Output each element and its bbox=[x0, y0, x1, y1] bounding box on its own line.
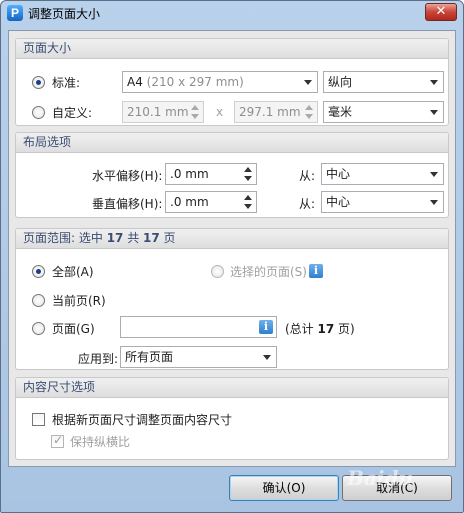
vertical-from-value: 中心 bbox=[326, 195, 351, 209]
page-size-header: 页面大小 bbox=[16, 39, 448, 59]
all-pages-label: 全部(A) bbox=[52, 265, 94, 279]
total-pages-note: (总计 17 页) bbox=[285, 320, 355, 337]
dialog-window: P 调整页面大小 ✕ 页面大小 标准: A4 (210 x 297 mm) 纵向 bbox=[0, 0, 464, 513]
app-logo-icon: P bbox=[7, 5, 23, 21]
vertical-offset-label: 垂直偏移(H): bbox=[92, 197, 163, 211]
vertical-from-select[interactable]: 中心 bbox=[321, 191, 444, 213]
close-button[interactable]: ✕ bbox=[425, 3, 457, 21]
resize-content-label: 根据新页面尺寸调整页面内容尺寸 bbox=[52, 413, 233, 427]
horizontal-from-label: 从: bbox=[299, 169, 316, 183]
chevron-down-icon bbox=[430, 80, 438, 85]
resize-content-checkbox[interactable] bbox=[32, 413, 45, 426]
total-pages-suffix: 页) bbox=[334, 322, 355, 336]
chevron-down-icon bbox=[430, 110, 438, 115]
page-range-group: 页面范围: 选中 17 共 17 页 全部(A) 选择的页面(S) i 当前页(… bbox=[15, 228, 449, 370]
chevron-down-icon bbox=[430, 200, 438, 205]
layout-options-header: 布局选项 bbox=[16, 133, 448, 153]
custom-width-value: 210.1 mm bbox=[127, 105, 189, 119]
page-range-header-prefix: 页面范围: 选中 bbox=[23, 231, 107, 245]
horizontal-from-value: 中心 bbox=[326, 167, 351, 181]
custom-height-value: 297.1 mm bbox=[239, 105, 301, 119]
custom-size-radio[interactable] bbox=[32, 106, 45, 119]
unit-select[interactable]: 毫米 bbox=[323, 101, 444, 123]
title-bar[interactable]: P 调整页面大小 ✕ bbox=[1, 1, 463, 27]
page-range-header: 页面范围: 选中 17 共 17 页 bbox=[16, 229, 448, 249]
paper-name: A4 bbox=[127, 75, 143, 89]
current-page-radio[interactable] bbox=[32, 294, 45, 307]
chevron-down-icon bbox=[430, 172, 438, 177]
all-pages-radio[interactable] bbox=[32, 265, 45, 278]
orientation-select[interactable]: 纵向 bbox=[323, 71, 444, 93]
page-range-radio[interactable] bbox=[32, 322, 45, 335]
unit-value: 毫米 bbox=[328, 105, 353, 119]
ok-button[interactable]: 确认(O) bbox=[229, 475, 339, 501]
times-sign: x bbox=[216, 105, 224, 119]
chevron-down-icon bbox=[263, 355, 271, 360]
page-range-header-suffix: 页 bbox=[159, 231, 176, 245]
horizontal-offset-input[interactable]: .0 mm bbox=[165, 163, 257, 185]
keep-aspect-ratio-checkbox[interactable] bbox=[51, 433, 64, 448]
dialog-client-area: 页面大小 标准: A4 (210 x 297 mm) 纵向 自定义: 210.1… bbox=[8, 30, 456, 467]
chevron-down-icon bbox=[304, 80, 312, 85]
page-range-input[interactable]: i bbox=[120, 316, 277, 338]
apply-to-value: 所有页面 bbox=[125, 350, 174, 364]
height-spinner-icon[interactable] bbox=[305, 104, 314, 120]
horizontal-offset-label: 水平偏移(H): bbox=[92, 169, 163, 183]
info-icon[interactable]: i bbox=[309, 264, 323, 278]
custom-width-input[interactable]: 210.1 mm bbox=[122, 101, 204, 123]
layout-options-group: 布局选项 水平偏移(H): .0 mm 从: 中心 垂直偏移(H): .0 mm… bbox=[15, 132, 449, 218]
vertical-from-label: 从: bbox=[299, 197, 316, 211]
selected-page-count: 17 bbox=[106, 231, 124, 245]
dialog-title: 调整页面大小 bbox=[28, 7, 101, 21]
custom-height-input[interactable]: 297.1 mm bbox=[234, 101, 318, 123]
keep-aspect-ratio-label: 保持纵横比 bbox=[70, 435, 131, 449]
info-icon[interactable]: i bbox=[259, 320, 273, 334]
cancel-button[interactable]: 取消(C) bbox=[342, 475, 452, 501]
selected-pages-label: 选择的页面(S) bbox=[230, 265, 307, 279]
orientation-value: 纵向 bbox=[328, 75, 353, 89]
vertical-offset-value: .0 mm bbox=[170, 195, 209, 209]
total-page-count: 17 bbox=[143, 231, 160, 245]
vertical-offset-input[interactable]: .0 mm bbox=[165, 191, 257, 213]
apply-to-select[interactable]: 所有页面 bbox=[120, 346, 277, 368]
standard-size-label: 标准: bbox=[52, 76, 81, 90]
selected-pages-radio[interactable] bbox=[211, 265, 224, 278]
apply-to-label: 应用到: bbox=[78, 352, 119, 366]
vertical-spinner-icon[interactable] bbox=[244, 194, 253, 210]
width-spinner-icon[interactable] bbox=[191, 104, 200, 120]
page-size-group: 页面大小 标准: A4 (210 x 297 mm) 纵向 自定义: 210.1… bbox=[15, 38, 449, 126]
standard-size-radio[interactable] bbox=[32, 76, 45, 89]
page-range-label: 页面(G) bbox=[52, 322, 95, 336]
current-page-label: 当前页(R) bbox=[52, 294, 106, 308]
page-range-header-mid: 共 bbox=[123, 231, 144, 245]
horizontal-from-select[interactable]: 中心 bbox=[321, 163, 444, 185]
total-pages-prefix: (总计 bbox=[285, 322, 318, 336]
horizontal-offset-value: .0 mm bbox=[170, 167, 209, 181]
paper-size-select[interactable]: A4 (210 x 297 mm) bbox=[122, 71, 318, 93]
horizontal-spinner-icon[interactable] bbox=[244, 166, 253, 182]
total-pages-number: 17 bbox=[317, 322, 335, 336]
custom-size-label: 自定义: bbox=[52, 106, 93, 120]
content-size-header: 内容尺寸选项 bbox=[16, 378, 448, 398]
paper-dimensions: (210 x 297 mm) bbox=[146, 75, 244, 89]
content-size-group: 内容尺寸选项 根据新页面尺寸调整页面内容尺寸 保持纵横比 bbox=[15, 377, 449, 460]
